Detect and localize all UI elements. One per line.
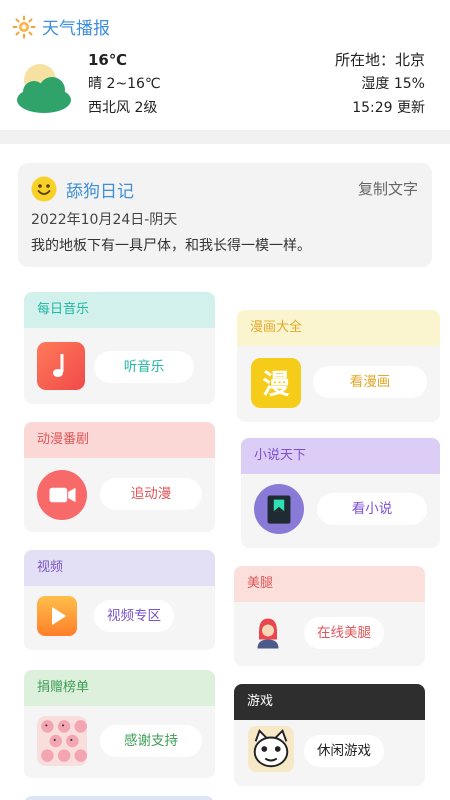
wind: 西北风 2级 [88, 100, 158, 116]
temperature: 16℃ [88, 51, 128, 69]
comic-icon: 漫 [251, 358, 301, 408]
games-card-header: 游戏 [234, 684, 425, 720]
cat-meme-icon [248, 726, 294, 772]
diary-text: 我的地板下有一具尸体，和我长得一模一样。 [31, 238, 311, 254]
novel-card-header: 小说天下 [241, 438, 440, 474]
kirby-pattern-icon [37, 716, 87, 766]
sun-icon [12, 15, 36, 38]
book-icon [254, 484, 304, 534]
location: 所在地：北京 [334, 51, 425, 69]
read-novel-button[interactable]: 看小说 [317, 493, 427, 525]
beauty-card[interactable]: 美腿 在线美腿 [234, 566, 425, 666]
read-comics-button[interactable]: 看漫画 [313, 366, 427, 398]
donate-card-header: 捐赠榜单 [24, 670, 215, 706]
novel-card[interactable]: 小说天下 看小说 [241, 438, 440, 548]
svg-text:漫: 漫 [262, 369, 289, 400]
copy-text-button[interactable]: 复制文字 [358, 178, 418, 199]
weather-title: 天气播报 [12, 14, 110, 39]
listen-music-button[interactable]: 听音乐 [94, 351, 194, 383]
divider [0, 130, 450, 144]
follow-anime-button[interactable]: 追动漫 [100, 478, 202, 510]
girl-avatar-icon [257, 618, 279, 649]
video-card[interactable]: 视频 视频专区 [24, 550, 215, 650]
weather-title-text: 天气播报 [42, 19, 110, 39]
beauty-card-header: 美腿 [234, 566, 425, 602]
diary-card: 舔狗日记 复制文字 2022年10月24日-阴天 我的地板下有一具尸体，和我长得… [18, 163, 432, 267]
online-beauty-button[interactable]: 在线美腿 [304, 617, 384, 649]
anime-card[interactable]: 动漫番剧 追动漫 [24, 422, 215, 532]
diary-title: 舔狗日记 [66, 182, 134, 202]
casual-games-button[interactable]: 休闲游戏 [304, 735, 384, 767]
weather-meta: 所在地：北京 湿度 15% 15:29 更新 [335, 48, 425, 120]
video-card-header: 视频 [24, 550, 215, 586]
games-card[interactable]: 游戏 休闲游戏 [234, 684, 425, 786]
smiley-icon [31, 176, 57, 202]
cloud-sun-icon [17, 64, 71, 113]
comics-card-header: 漫画大全 [237, 310, 440, 346]
music-card-header: 每日音乐 [24, 292, 215, 328]
condition: 晴 2~16℃ [88, 76, 161, 92]
anime-card-header: 动漫番剧 [24, 422, 215, 458]
video-zone-button[interactable]: 视频专区 [94, 600, 174, 632]
music-card[interactable]: 每日音乐 听音乐 [24, 292, 215, 404]
weather-details: 16℃ 晴 2~16℃ 西北风 2级 [88, 48, 161, 120]
updated-time: 15:29 更新 [352, 100, 425, 116]
humidity: 湿度 15% [361, 76, 425, 92]
next-card-peek [24, 796, 214, 800]
music-note-icon [37, 342, 85, 390]
play-icon [37, 596, 77, 636]
diary-date: 2022年10月24日-阴天 [31, 212, 178, 228]
comics-card[interactable]: 漫画大全 漫 看漫画 [237, 310, 440, 422]
video-camera-icon [37, 470, 87, 520]
thanks-support-button[interactable]: 感谢支持 [100, 725, 202, 757]
donate-card[interactable]: 捐赠榜单 感谢支持 [24, 670, 215, 778]
